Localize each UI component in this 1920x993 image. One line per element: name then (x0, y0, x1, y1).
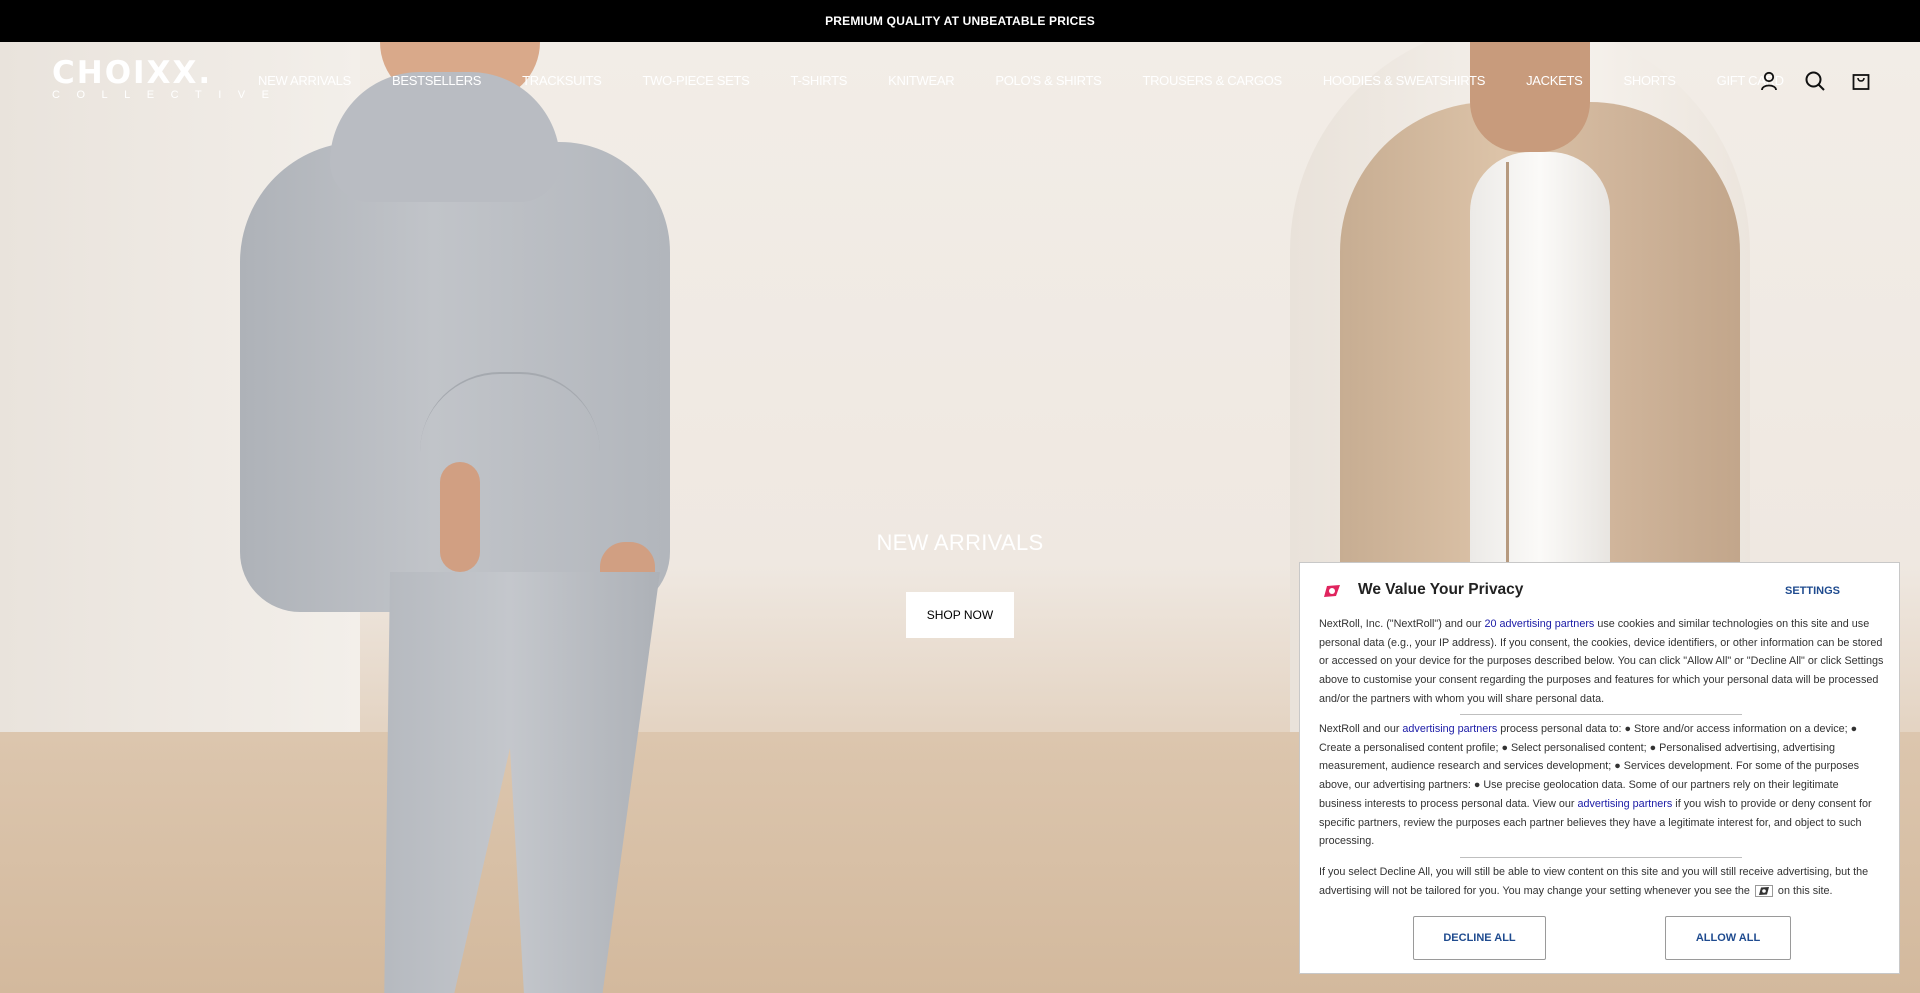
consent-text: on this site. (1774, 884, 1833, 897)
consent-title: We Value Your Privacy (1358, 581, 1524, 598)
nav-item-tracksuits[interactable]: TRACKSUITS (522, 73, 602, 88)
nav-item-jackets[interactable]: JACKETS (1526, 73, 1583, 88)
consent-paragraph-3: If you select Decline All, you will stil… (1319, 863, 1884, 900)
brand-tagline: COLLECTIVE (52, 89, 286, 101)
consent-text: NextRoll and our (1319, 723, 1403, 735)
nav-item-shorts[interactable]: SHORTS (1624, 73, 1676, 88)
consent-text: NextRoll, Inc. ("NextRoll") and our (1319, 618, 1485, 630)
cart-icon[interactable] (1850, 70, 1872, 92)
main-nav: NEW ARRIVALS BESTSELLERS TRACKSUITS TWO-… (258, 73, 1825, 88)
announcement-bar: PREMIUM QUALITY AT UNBEATABLE PRICES (0, 0, 1920, 42)
nextroll-logo-icon (1320, 583, 1342, 599)
brand-name: CHOIXX. (52, 55, 213, 91)
nav-item-knitwear[interactable]: KNITWEAR (888, 73, 955, 88)
hero-title: NEW ARRIVALS (876, 530, 1044, 555)
brand-logo[interactable]: CHOIXX. COLLECTIVE (52, 55, 286, 102)
consent-settings-link[interactable]: SETTINGS (1785, 585, 1840, 597)
announcement-text: PREMIUM QUALITY AT UNBEATABLE PRICES (825, 14, 1095, 28)
account-icon[interactable] (1758, 70, 1780, 92)
advertising-partners-link[interactable]: advertising partners (1577, 798, 1672, 810)
nav-item-bestsellers[interactable]: BESTSELLERS (392, 73, 481, 88)
allow-all-button[interactable]: ALLOW ALL (1665, 916, 1791, 960)
divider (1460, 714, 1742, 715)
nav-item-two-piece-sets[interactable]: TWO-PIECE SETS (643, 73, 750, 88)
consent-text: process personal data to: ● Store and/or… (1319, 723, 1860, 810)
nav-item-hoodies-sweatshirts[interactable]: HOODIES & SWEATSHIRTS (1323, 73, 1486, 88)
advertising-partners-link[interactable]: advertising partners (1402, 723, 1497, 735)
nav-item-polos-shirts[interactable]: POLO'S & SHIRTS (995, 73, 1101, 88)
advertising-partners-link[interactable]: 20 advertising partners (1484, 618, 1594, 630)
consent-paragraph-1: NextRoll, Inc. ("NextRoll") and our 20 a… (1319, 615, 1884, 709)
nextroll-settings-icon[interactable] (1754, 884, 1773, 897)
search-icon[interactable] (1804, 70, 1826, 92)
shop-now-button[interactable]: SHOP NOW (906, 592, 1014, 638)
site-header: CHOIXX. COLLECTIVE NEW ARRIVALS BESTSELL… (0, 42, 1920, 122)
nav-item-new-arrivals[interactable]: NEW ARRIVALS (258, 73, 351, 88)
consent-text: use cookies and similar technologies on … (1319, 618, 1884, 705)
decline-all-button[interactable]: DECLINE ALL (1413, 916, 1546, 960)
divider (1460, 857, 1742, 858)
privacy-consent-dialog: We Value Your Privacy SETTINGS NextRoll,… (1299, 562, 1900, 974)
consent-paragraph-2: NextRoll and our advertising partners pr… (1319, 720, 1884, 851)
header-icons (1758, 70, 1872, 92)
nav-item-trousers-cargos[interactable]: TROUSERS & CARGOS (1142, 73, 1282, 88)
nav-item-t-shirts[interactable]: T-SHIRTS (791, 73, 848, 88)
